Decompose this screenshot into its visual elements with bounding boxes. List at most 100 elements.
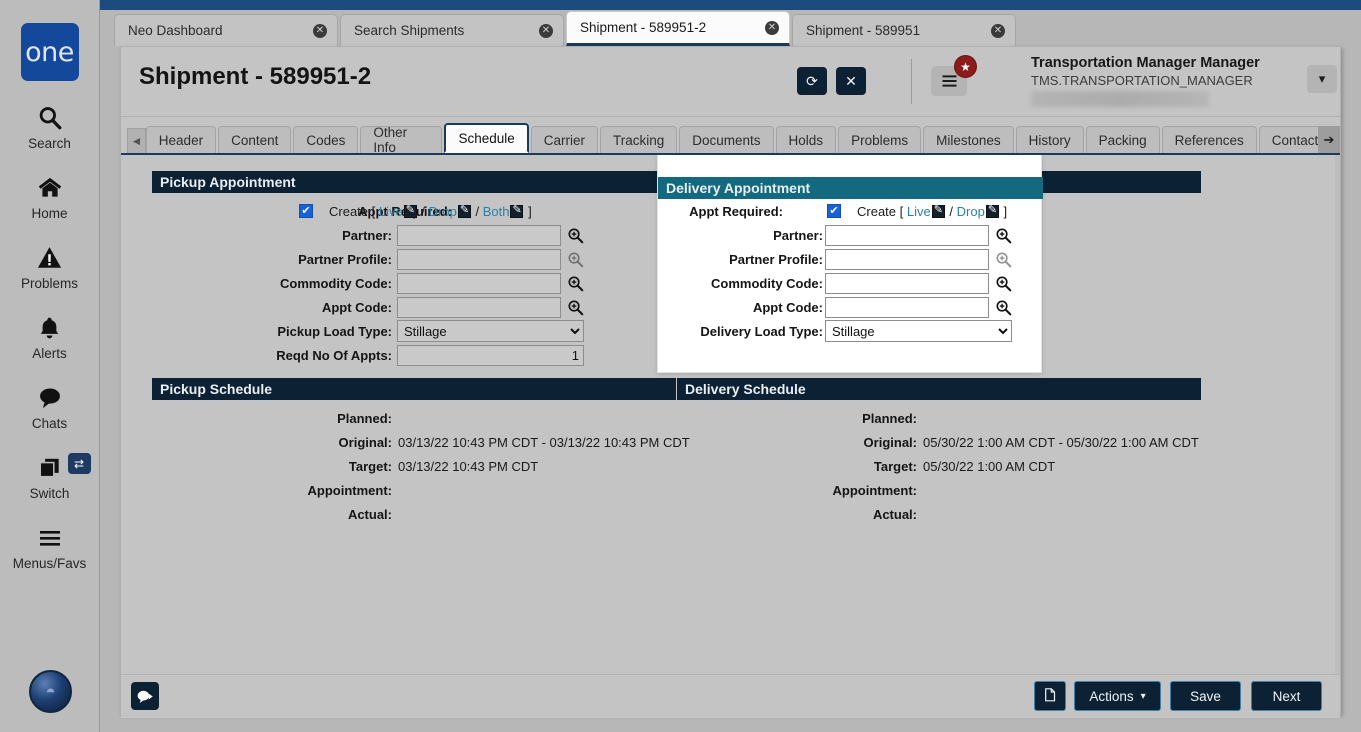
sidebar-item-alerts[interactable]: Alerts [0,313,100,361]
tab-other-info[interactable]: Other Info [360,125,443,155]
user-info[interactable]: Transportation Manager Manager TMS.TRANS… [1031,47,1326,113]
pickup-create-both-link[interactable]: Both [483,204,510,219]
pickup-appt-required-checkbox[interactable]: ✔ [299,204,313,218]
tab-codes[interactable]: Codes [293,126,359,153]
close-icon[interactable]: ✕ [765,20,779,35]
tab-carrier[interactable]: Carrier [530,126,598,153]
pickup-load-type-label-row: Pickup Load Type: [172,319,392,343]
field-label: Appointment: [832,482,917,498]
pickup-partner-input[interactable] [397,224,561,246]
tab-packing[interactable]: Packing [1085,126,1160,153]
magnifier-plus-icon[interactable] [995,227,1012,244]
actions-dropdown-button[interactable]: Actions ▾ [1074,681,1161,711]
browser-tab-search-shipments[interactable]: Search Shipments ✕ [340,14,564,46]
tab-label: Other Info [373,125,408,155]
delivery-partner-row [825,223,1012,247]
tab-header[interactable]: Header [145,126,217,153]
edit-icon[interactable] [403,203,417,218]
vertical-scrollbar[interactable] [1335,155,1340,674]
tab-references[interactable]: References [1161,126,1257,153]
pickup-partner-profile-input[interactable] [397,248,561,270]
magnifier-plus-icon[interactable] [995,251,1012,268]
pickup-appt-code-input[interactable] [397,296,561,318]
copy-document-icon[interactable] [1034,681,1066,711]
close-icon[interactable]: ✕ [991,23,1005,38]
delivery-schedule-section-header: Delivery Schedule [677,378,1201,400]
pickup-partner-label-row: Partner: [172,223,392,247]
pickup-commodity-code-input[interactable] [397,272,561,294]
arrow-left-icon[interactable]: ◄ [127,128,146,153]
sidebar-item-home[interactable]: Home [0,173,100,221]
tab-content[interactable]: Content [218,126,292,153]
delivery-load-type-select[interactable]: Stillage [825,320,1012,342]
delivery-commodity-code-input[interactable] [825,272,989,294]
browser-tab-label: Search Shipments [354,23,465,38]
sidebar-item-problems[interactable]: Problems [0,243,100,291]
sidebar-item-label: Switch [29,486,70,501]
magnifier-plus-icon[interactable] [995,275,1012,292]
magnifier-plus-icon[interactable] [567,299,584,316]
close-icon[interactable]: ✕ [313,23,327,38]
pickup-create-drop-link[interactable]: Drop [429,204,457,219]
tab-documents[interactable]: Documents [679,126,774,153]
tab-problems[interactable]: Problems [838,126,922,153]
close-icon[interactable]: ✕ [539,23,553,38]
avatar-orb[interactable]: ◓ [29,670,72,713]
delivery-schedule-target-value: 05/30/22 1:00 AM CDT [918,454,1055,478]
left-sidebar: one Search Home Problems Alerts Chats ⇄ … [0,0,100,732]
edit-icon[interactable] [510,203,524,218]
pickup-create-live-link[interactable]: Live [379,204,403,219]
delivery-create-drop-link[interactable]: Drop [957,204,985,219]
browser-tab-neo-dashboard[interactable]: Neo Dashboard ✕ [114,14,338,46]
pickup-schedule-appointment-value [393,478,398,502]
magnifier-plus-icon[interactable] [995,299,1012,316]
delivery-commodity-code-row [825,271,1012,295]
pickup-reqd-appts-input[interactable] [397,344,584,366]
delivery-partner-profile-input[interactable] [825,248,989,270]
footer-chat-button[interactable] [131,682,159,710]
tab-schedule[interactable]: Schedule [444,123,529,153]
edit-icon[interactable] [985,203,999,218]
delivery-create-group: Create [ Live / Drop ] [857,203,1007,219]
browser-tab-shipment-589951[interactable]: Shipment - 589951 ✕ [792,14,1016,46]
pickup-appt-code-row [397,295,584,319]
delivery-create-live-link[interactable]: Live [907,204,931,219]
sidebar-item-chats[interactable]: Chats [0,383,100,431]
field-label: Appt Code: [752,299,823,315]
one-logo[interactable]: one [20,23,79,81]
browser-tab-label: Shipment - 589951 [806,23,921,38]
magnifier-plus-icon[interactable] [567,251,584,268]
delivery-appt-code-row [825,295,1012,319]
separator-slash: / [475,203,480,219]
page-header: Shipment - 589951-2 ⟳ ✕ ★ Transportation… [121,47,1340,117]
delivery-partner-input[interactable] [825,224,989,246]
sidebar-item-search[interactable]: Search [0,103,100,151]
save-button[interactable]: Save [1170,681,1241,711]
delivery-appt-required-checkbox[interactable]: ✔ [827,204,841,218]
pickup-load-type-select[interactable]: Stillage [397,320,584,342]
sidebar-item-switch[interactable]: ⇄ Switch [0,453,100,501]
tab-holds[interactable]: Holds [775,126,837,153]
chevron-down-icon[interactable]: ▾ [1307,65,1337,93]
edit-icon[interactable] [931,203,945,218]
swap-arrows-icon[interactable]: ⇄ [67,453,91,474]
arrow-right-icon[interactable]: ➔ [1318,126,1340,153]
separator-slash: / [949,203,954,219]
browser-tab-shipment-589951-2[interactable]: Shipment - 589951-2 ✕ [566,11,790,46]
tab-milestones[interactable]: Milestones [923,126,1014,153]
sidebar-item-menus-favs[interactable]: Menus/Favs [0,523,100,571]
tab-label: Content [231,132,279,148]
next-button[interactable]: Next [1251,681,1322,711]
tab-history[interactable]: History [1015,126,1084,153]
refresh-icon[interactable]: ⟳ [797,67,827,95]
sidebar-item-label: Alerts [32,346,67,361]
magnifier-plus-icon[interactable] [567,227,584,244]
delivery-appt-code-input[interactable] [825,296,989,318]
close-x-icon[interactable]: ✕ [836,67,866,95]
edit-icon[interactable] [457,203,471,218]
field-label: Target: [873,458,917,474]
star-icon[interactable]: ★ [954,55,977,78]
tab-tracking[interactable]: Tracking [600,126,678,153]
pickup-appt-code-label-row: Appt Code: [172,295,392,319]
magnifier-plus-icon[interactable] [567,275,584,292]
